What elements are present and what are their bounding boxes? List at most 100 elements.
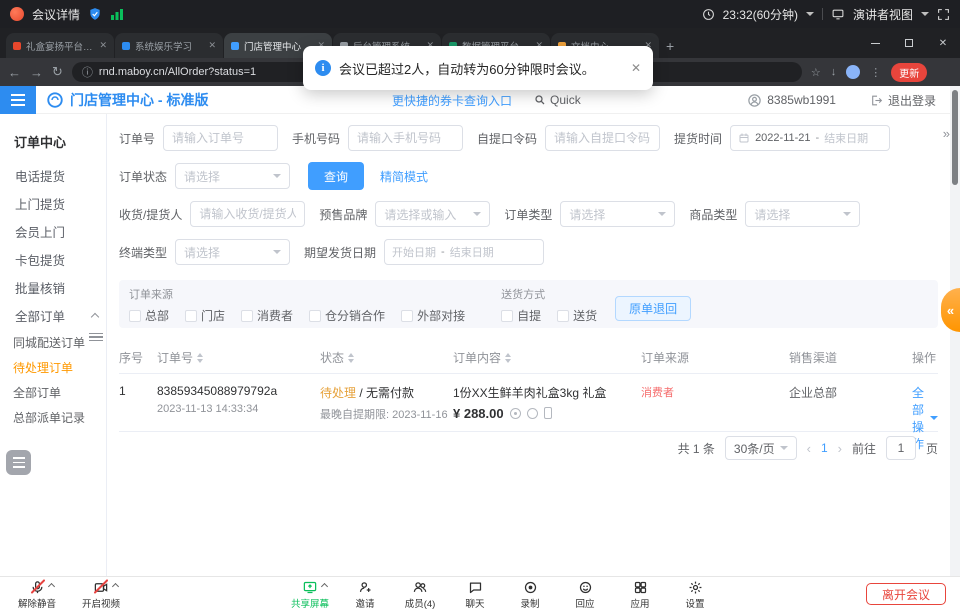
apps-button[interactable]: 应用 <box>613 579 667 610</box>
pickup-code-input[interactable] <box>545 125 660 151</box>
quick-search[interactable]: Quick <box>534 93 581 107</box>
order-status-select[interactable]: 请选择 <box>175 163 290 189</box>
toast-close-icon[interactable]: ✕ <box>631 61 641 75</box>
tab-close-icon[interactable]: ✕ <box>208 40 216 51</box>
panel-collapse-icon[interactable]: » <box>943 126 948 141</box>
new-tab-button[interactable]: + <box>666 38 674 54</box>
sort-icon[interactable] <box>505 353 511 363</box>
order-number[interactable]: 83859345088979792a <box>157 384 312 398</box>
settings-button[interactable]: 设置 <box>668 579 722 610</box>
sort-icon[interactable] <box>348 353 354 363</box>
user-account[interactable]: 8385wb1991 <box>747 93 836 108</box>
start-video-button[interactable]: 开启视频 <box>74 579 128 610</box>
mobile-mini-icon <box>544 407 552 419</box>
back-button[interactable]: ← <box>8 65 21 80</box>
col-order-no[interactable]: 订单号 <box>157 349 312 366</box>
sidebar-collapse-handle[interactable] <box>89 330 103 344</box>
chat-button[interactable]: 聊天 <box>448 579 502 610</box>
simple-mode-link[interactable]: 精简模式 <box>380 168 428 185</box>
sidebar-item-batch-verify[interactable]: 批量核销 <box>0 275 106 303</box>
order-content: 1份XX生鲜羊肉礼盒3kg 礼盒 <box>453 384 633 401</box>
checkbox-warehouse[interactable]: 仓分销合作 <box>309 307 385 324</box>
sidebar-item-door-pickup[interactable]: 上门提货 <box>0 191 106 219</box>
app-title: 门店管理中心 - 标准版 <box>70 90 208 110</box>
meeting-timer[interactable]: 23:32(60分钟) <box>723 6 798 23</box>
share-screen-button[interactable]: 共享屏幕 <box>283 579 337 610</box>
checkbox-consumer[interactable]: 消费者 <box>241 307 293 324</box>
timer-dropdown-icon[interactable] <box>806 12 814 16</box>
url-text: rnd.maboy.cn/AllOrder?status=1 <box>99 66 256 78</box>
goto-page-input[interactable] <box>886 436 916 460</box>
checkbox-self-pickup[interactable]: 自提 <box>501 307 541 324</box>
meeting-details-button[interactable]: 会议详情 <box>32 6 80 23</box>
terminal-type-select[interactable]: 请选择 <box>175 239 290 265</box>
unmute-button[interactable]: 解除静音 <box>10 579 64 610</box>
minimize-button[interactable] <box>858 28 892 58</box>
receiver-input[interactable] <box>190 201 305 227</box>
mic-options-chevron-icon[interactable] <box>47 583 54 590</box>
page-size-select[interactable]: 30条/页 <box>725 436 797 460</box>
original-order-return-button[interactable]: 原单退回 <box>615 296 691 321</box>
phone-label: 手机号码 <box>292 130 340 147</box>
sidebar-item-member-visit[interactable]: 会员上门 <box>0 219 106 247</box>
scrollbar-thumb[interactable] <box>952 90 958 185</box>
expect-date-range[interactable]: 开始日期 - 结束日期 <box>384 239 544 265</box>
sidebar-item-card-pickup[interactable]: 卡包提货 <box>0 247 106 275</box>
video-options-chevron-icon[interactable] <box>112 583 119 590</box>
pickup-date-range[interactable]: 2022-11-21 - 结束日期 <box>730 125 890 151</box>
forward-button[interactable]: → <box>30 65 43 80</box>
security-shield-icon <box>88 7 102 21</box>
current-page[interactable]: 1 <box>821 441 828 455</box>
order-no-input[interactable] <box>163 125 278 151</box>
col-status[interactable]: 状态 <box>320 349 445 366</box>
fullscreen-icon[interactable] <box>937 8 950 21</box>
share-options-chevron-icon[interactable] <box>321 583 328 590</box>
members-label: 成员(4) <box>405 596 436 610</box>
search-button[interactable]: 查询 <box>308 162 364 190</box>
checkbox-external[interactable]: 外部对接 <box>401 307 465 324</box>
status-badge: 待处理 <box>320 386 356 400</box>
sidebar-item-hq-dispatch[interactable]: 总部派单记录 <box>0 406 106 431</box>
menu-hamburger-button[interactable] <box>0 86 36 114</box>
checkbox-delivery[interactable]: 送货 <box>557 307 597 324</box>
invite-button[interactable]: 邀请 <box>338 579 392 610</box>
sidebar-group-all-orders[interactable]: 全部订单 <box>0 303 106 331</box>
table-row[interactable]: 1 83859345088979792a 2023-11-13 14:33:34… <box>119 376 938 432</box>
goods-type-select[interactable]: 请选择 <box>745 201 860 227</box>
prev-page-button[interactable]: ‹ <box>807 441 811 456</box>
app-header: 门店管理中心 - 标准版 更快捷的券卡查询入口 Quick 8385wb1991 <box>0 86 950 114</box>
maximize-button[interactable] <box>892 28 926 58</box>
record-button[interactable]: 录制 <box>503 579 557 610</box>
download-icon[interactable]: ↓ <box>831 66 837 78</box>
reactions-button[interactable]: 回应 <box>558 579 612 610</box>
refresh-button[interactable]: ↻ <box>52 64 63 80</box>
sidebar-item-all-orders[interactable]: 全部订单 <box>0 381 106 406</box>
close-button[interactable]: ✕ <box>926 28 960 58</box>
site-info-icon[interactable]: ⓘ <box>82 64 93 80</box>
sidebar-item-pending-orders[interactable]: 待处理订单 <box>0 356 106 381</box>
meeting-toolbar: 解除静音 开启视频 <box>0 576 960 610</box>
phone-input[interactable] <box>348 125 463 151</box>
checkbox-store[interactable]: 门店 <box>185 307 225 324</box>
members-button[interactable]: 成员(4) <box>393 579 447 610</box>
view-mode-dropdown-icon[interactable] <box>921 12 929 16</box>
col-content[interactable]: 订单内容 <box>453 349 633 366</box>
sidebar-item-phone-pickup[interactable]: 电话提货 <box>0 163 106 191</box>
browser-update-button[interactable]: 更新 <box>891 63 927 82</box>
browser-tab[interactable]: 礼盒宴扬平台管理中心 ✕ <box>6 33 114 58</box>
leave-meeting-button[interactable]: 离开会议 <box>866 583 946 605</box>
bookmark-star-icon[interactable]: ☆ <box>811 66 821 79</box>
sort-icon[interactable] <box>197 353 203 363</box>
browser-profile-avatar[interactable] <box>846 65 860 79</box>
browser-tab[interactable]: 系统娱乐学习 ✕ <box>115 33 223 58</box>
brand-select[interactable]: 请选择或输入 <box>375 201 490 227</box>
next-page-button[interactable]: › <box>838 441 842 456</box>
browser-menu-icon[interactable]: ⋮ <box>870 66 881 79</box>
logout-button[interactable]: 退出登录 <box>870 92 936 109</box>
view-mode-selector[interactable]: 演讲者视图 <box>853 6 913 23</box>
order-type-select[interactable]: 请选择 <box>560 201 675 227</box>
coupon-query-link[interactable]: 更快捷的券卡查询入口 <box>392 92 512 109</box>
checkbox-hq[interactable]: 总部 <box>129 307 169 324</box>
tab-close-icon[interactable]: ✕ <box>99 40 107 51</box>
quick-menu-button[interactable] <box>6 450 31 475</box>
